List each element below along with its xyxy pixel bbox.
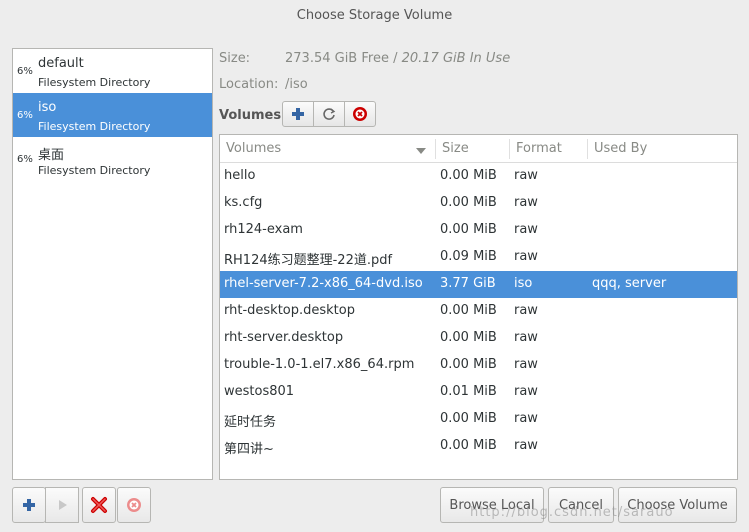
table-row[interactable]: 延时任务 0.00 MiB raw [220, 406, 737, 433]
volume-name: ks.cfg [224, 195, 263, 210]
table-row[interactable]: rht-desktop.desktop 0.00 MiB raw [220, 298, 737, 325]
volume-used-by: qqq, server [592, 276, 667, 291]
volume-format: raw [514, 411, 538, 426]
pool-item-iso[interactable]: 6% iso Filesystem Directory [13, 93, 212, 137]
table-row[interactable]: westos801 0.01 MiB raw [220, 379, 737, 406]
pool-usage-percent: 6% [17, 110, 33, 121]
table-row[interactable]: rht-server.desktop 0.00 MiB raw [220, 325, 737, 352]
pool-name: default [38, 56, 84, 71]
location-label: Location: [219, 77, 279, 92]
refresh-volumes-button[interactable] [313, 101, 345, 127]
table-row[interactable]: trouble-1.0-1.el7.x86_64.rpm 0.00 MiB ra… [220, 352, 737, 379]
volume-name: rht-desktop.desktop [224, 303, 355, 318]
volume-size: 0.00 MiB [440, 357, 497, 372]
red-x-icon [91, 497, 107, 513]
watermark: http://blog.csdn.net/sarauo [470, 505, 674, 520]
delete-pool-button[interactable] [117, 487, 151, 523]
stop-icon [127, 498, 141, 512]
table-row[interactable]: hello 0.00 MiB raw [220, 163, 737, 190]
delete-volume-button[interactable] [344, 101, 376, 127]
volume-name: hello [224, 168, 256, 183]
volume-format: raw [514, 357, 538, 372]
dialog-title: Choose Storage Volume [296, 8, 453, 23]
volume-toolbar [282, 101, 376, 127]
column-header-used-by[interactable]: Used By [594, 141, 647, 156]
volumes-heading: Volumes [219, 108, 282, 123]
volume-name: rh124-exam [224, 222, 303, 237]
volume-format: raw [514, 330, 538, 345]
volume-format: raw [514, 249, 538, 264]
volume-name: westos801 [224, 384, 295, 399]
table-row[interactable]: rh124-exam 0.00 MiB raw [220, 217, 737, 244]
start-pool-button[interactable] [45, 487, 79, 523]
column-divider [509, 139, 510, 159]
volume-size: 0.00 MiB [440, 438, 497, 453]
size-in-use: 20.17 GiB In Use [401, 51, 511, 66]
pool-name: 桌面 [38, 148, 65, 163]
pool-type: Filesystem Directory [38, 76, 151, 89]
column-divider [435, 139, 436, 159]
play-icon [59, 500, 67, 510]
volume-size: 0.00 MiB [440, 222, 497, 237]
volume-name: rhel-server-7.2-x86_64-dvd.iso [224, 276, 423, 291]
volume-format: raw [514, 195, 538, 210]
stop-pool-button[interactable] [82, 487, 116, 523]
volume-format: iso [514, 276, 533, 291]
column-header-format[interactable]: Format [516, 141, 562, 156]
volume-name: rht-server.desktop [224, 330, 344, 345]
column-header-volumes[interactable]: Volumes [226, 141, 281, 156]
size-value: 273.54 GiB Free / 20.17 GiB In Use [285, 51, 510, 66]
table-row[interactable]: ks.cfg 0.00 MiB raw [220, 190, 737, 217]
volume-format: raw [514, 168, 538, 183]
pool-usage-percent: 6% [17, 66, 33, 77]
volumes-table[interactable]: Volumes Size Format Used By hello 0.00 M… [219, 134, 738, 480]
volume-name: RH124练习题整理-22道.pdf [224, 253, 393, 268]
volume-size: 0.09 MiB [440, 249, 497, 264]
volume-size: 0.01 MiB [440, 384, 497, 399]
size-separator: / [388, 51, 402, 66]
pool-type: Filesystem Directory [38, 120, 151, 133]
volume-format: raw [514, 222, 538, 237]
column-header-size[interactable]: Size [442, 141, 469, 156]
location-value: /iso [285, 77, 308, 92]
pool-item-desktop[interactable]: 6% 桌面 Filesystem Directory [13, 137, 212, 181]
sort-down-icon [416, 144, 426, 159]
column-divider [587, 139, 588, 159]
stop-icon [353, 107, 367, 121]
table-row[interactable]: 第四讲~ 0.00 MiB raw [220, 433, 737, 460]
volume-format: raw [514, 303, 538, 318]
volume-size: 0.00 MiB [440, 330, 497, 345]
pool-item-default[interactable]: 6% default Filesystem Directory [13, 49, 212, 93]
volume-name: 延时任务 [224, 415, 277, 430]
volume-size: 0.00 MiB [440, 411, 497, 426]
plus-icon [23, 499, 35, 511]
add-volume-button[interactable] [282, 101, 314, 127]
volume-size: 3.77 GiB [440, 276, 496, 291]
pool-usage-percent: 6% [17, 154, 33, 165]
table-row[interactable]: RH124练习题整理-22道.pdf 0.09 MiB raw [220, 244, 737, 271]
volume-format: raw [514, 384, 538, 399]
size-label: Size: [219, 51, 251, 66]
table-row-selected[interactable]: rhel-server-7.2-x86_64-dvd.iso 3.77 GiB … [220, 271, 737, 298]
size-free: 273.54 GiB Free [285, 51, 389, 66]
volume-size: 0.00 MiB [440, 303, 497, 318]
pool-name: iso [38, 100, 57, 115]
plus-icon [292, 108, 304, 120]
volume-format: raw [514, 438, 538, 453]
volume-name: 第四讲~ [224, 442, 274, 457]
volume-size: 0.00 MiB [440, 168, 497, 183]
volume-name: trouble-1.0-1.el7.x86_64.rpm [224, 357, 415, 372]
pool-type: Filesystem Directory [38, 164, 151, 177]
storage-pool-list[interactable]: 6% default Filesystem Directory 6% iso F… [12, 48, 213, 480]
volume-size: 0.00 MiB [440, 195, 497, 210]
table-header: Volumes Size Format Used By [220, 135, 737, 163]
add-pool-button[interactable] [12, 487, 46, 523]
refresh-icon [323, 108, 336, 120]
